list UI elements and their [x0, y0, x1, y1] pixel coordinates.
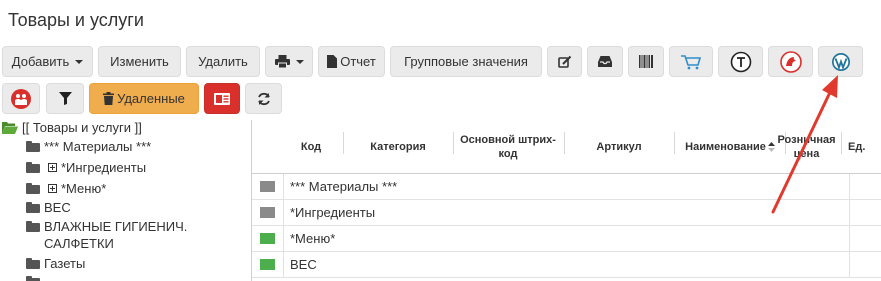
column-header-name[interactable]: Наименование: [676, 120, 784, 174]
folder-icon: [26, 221, 40, 232]
barcode-icon: [639, 55, 653, 68]
folder-icon: [26, 258, 40, 269]
deleted-button-label: Удаленные: [117, 91, 185, 106]
inbox-button[interactable]: [587, 46, 623, 77]
pdf-icon: [214, 92, 230, 105]
tree-item-label: ВЕС: [44, 200, 71, 215]
report-button[interactable]: Отчет: [318, 46, 385, 77]
folder-icon: [26, 202, 40, 213]
column-header-unit[interactable]: Ед.: [848, 120, 878, 174]
tree-item[interactable]: Газеты: [26, 256, 85, 271]
folder-icon: [26, 276, 40, 281]
folder-icon: [26, 141, 40, 152]
group-values-button[interactable]: Групповые значения: [390, 46, 542, 77]
refresh-icon: [257, 92, 270, 105]
printer-icon: [274, 55, 290, 68]
caret-down-icon: [75, 59, 84, 64]
tree-item-label: Газеты: [44, 256, 86, 271]
grid-header: Код Категория Основной штрих-код Артикул…: [252, 120, 881, 174]
column-separator: [564, 132, 565, 154]
tree-root[interactable]: [[ Товары и услуги ]]: [2, 120, 142, 135]
table-row[interactable]: *Меню*: [252, 226, 881, 252]
tree-item-label: ВЛАЖНЫЕ ГИГИЕНИЧ.: [44, 219, 188, 234]
tree-item[interactable]: *** Материалы ***: [26, 139, 151, 154]
column-separator: [343, 132, 344, 154]
folder-open-icon: [2, 121, 18, 134]
sort-icon: [767, 142, 775, 152]
delete-button[interactable]: Удалить: [186, 46, 260, 77]
people-icon: [11, 88, 31, 109]
caret-down-icon: [295, 59, 304, 64]
tree-root-label: [[ Товары и услуги ]]: [22, 120, 142, 135]
tree-item-label: САЛФЕТКИ: [44, 236, 114, 251]
tree-item[interactable]: *Ингредиенты: [26, 160, 146, 175]
edit-icon-button[interactable]: [547, 46, 582, 77]
edit-button-label: Изменить: [110, 54, 169, 69]
tree-item[interactable]: ВЛАЖНЫЕ ГИГИЕНИЧ.: [26, 219, 187, 234]
table-row[interactable]: *Ингредиенты: [252, 200, 881, 226]
deleted-button[interactable]: Удаленные: [89, 83, 199, 114]
tree-item-continuation: САЛФЕТКИ: [44, 236, 114, 251]
folder-icon: [260, 181, 275, 192]
folder-icon: [260, 233, 275, 244]
print-button[interactable]: [265, 46, 313, 77]
group-values-label: Групповые значения: [404, 54, 528, 69]
tree-item-label: *Меню*: [61, 181, 107, 196]
delete-button-label: Удалить: [198, 54, 248, 69]
t-circle-icon: [730, 51, 751, 72]
page-title: Товары и услуги: [8, 10, 144, 30]
folder-icon: [26, 183, 40, 194]
column-header-retail-price[interactable]: Розничная цена: [777, 120, 835, 174]
tree-item[interactable]: ВЕС: [26, 200, 71, 215]
column-header-code[interactable]: Код: [286, 120, 336, 174]
table-cell-code: *** Материалы ***: [290, 179, 398, 194]
column-separator: [453, 132, 454, 154]
report-button-label: Отчет: [340, 54, 376, 69]
table-cell-code: *Ингредиенты: [290, 205, 376, 220]
table-cell-code: ВЕС: [290, 257, 317, 272]
wordpress-button[interactable]: [818, 46, 863, 77]
table-row[interactable]: *** Материалы ***: [252, 174, 881, 200]
table-cell-code: *Меню*: [290, 231, 336, 246]
filter-icon: [58, 92, 72, 105]
edit-button[interactable]: Изменить: [98, 46, 181, 77]
pdf-export-button[interactable]: [204, 83, 240, 114]
tree-item-partial[interactable]: [26, 276, 40, 281]
document-icon: [327, 55, 338, 68]
column-header-barcode[interactable]: Основной штрих-код: [455, 120, 561, 174]
bird-icon: [779, 50, 802, 73]
inbox-icon: [598, 56, 612, 67]
folder-icon: [26, 162, 40, 173]
edit-icon: [557, 55, 571, 68]
add-button-label: Добавить: [11, 54, 70, 69]
tree-item[interactable]: *Меню*: [26, 181, 106, 196]
tree-item-label: *** Материалы ***: [44, 139, 152, 154]
folder-icon: [260, 207, 275, 218]
tree-item-label: *Ингредиенты: [61, 160, 147, 175]
column-separator: [841, 132, 842, 154]
column-header-category[interactable]: Категория: [346, 120, 450, 174]
filter-button[interactable]: [46, 83, 84, 114]
cart-button[interactable]: [669, 46, 713, 77]
trash-icon: [103, 92, 115, 105]
wordpress-icon: [831, 52, 850, 71]
table-row[interactable]: ВЕС: [252, 252, 881, 278]
people-button[interactable]: [2, 83, 40, 114]
barcode-button[interactable]: [628, 46, 664, 77]
column-separator: [674, 132, 675, 154]
expand-icon[interactable]: [48, 163, 57, 172]
refresh-button[interactable]: [245, 83, 282, 114]
cart-icon: [681, 54, 702, 69]
folder-icon: [260, 259, 275, 270]
add-button[interactable]: Добавить: [2, 46, 93, 77]
column-header-article[interactable]: Артикул: [566, 120, 672, 174]
t-circle-button[interactable]: [718, 46, 763, 77]
expand-icon[interactable]: [48, 184, 57, 193]
bird-button[interactable]: [768, 46, 813, 77]
